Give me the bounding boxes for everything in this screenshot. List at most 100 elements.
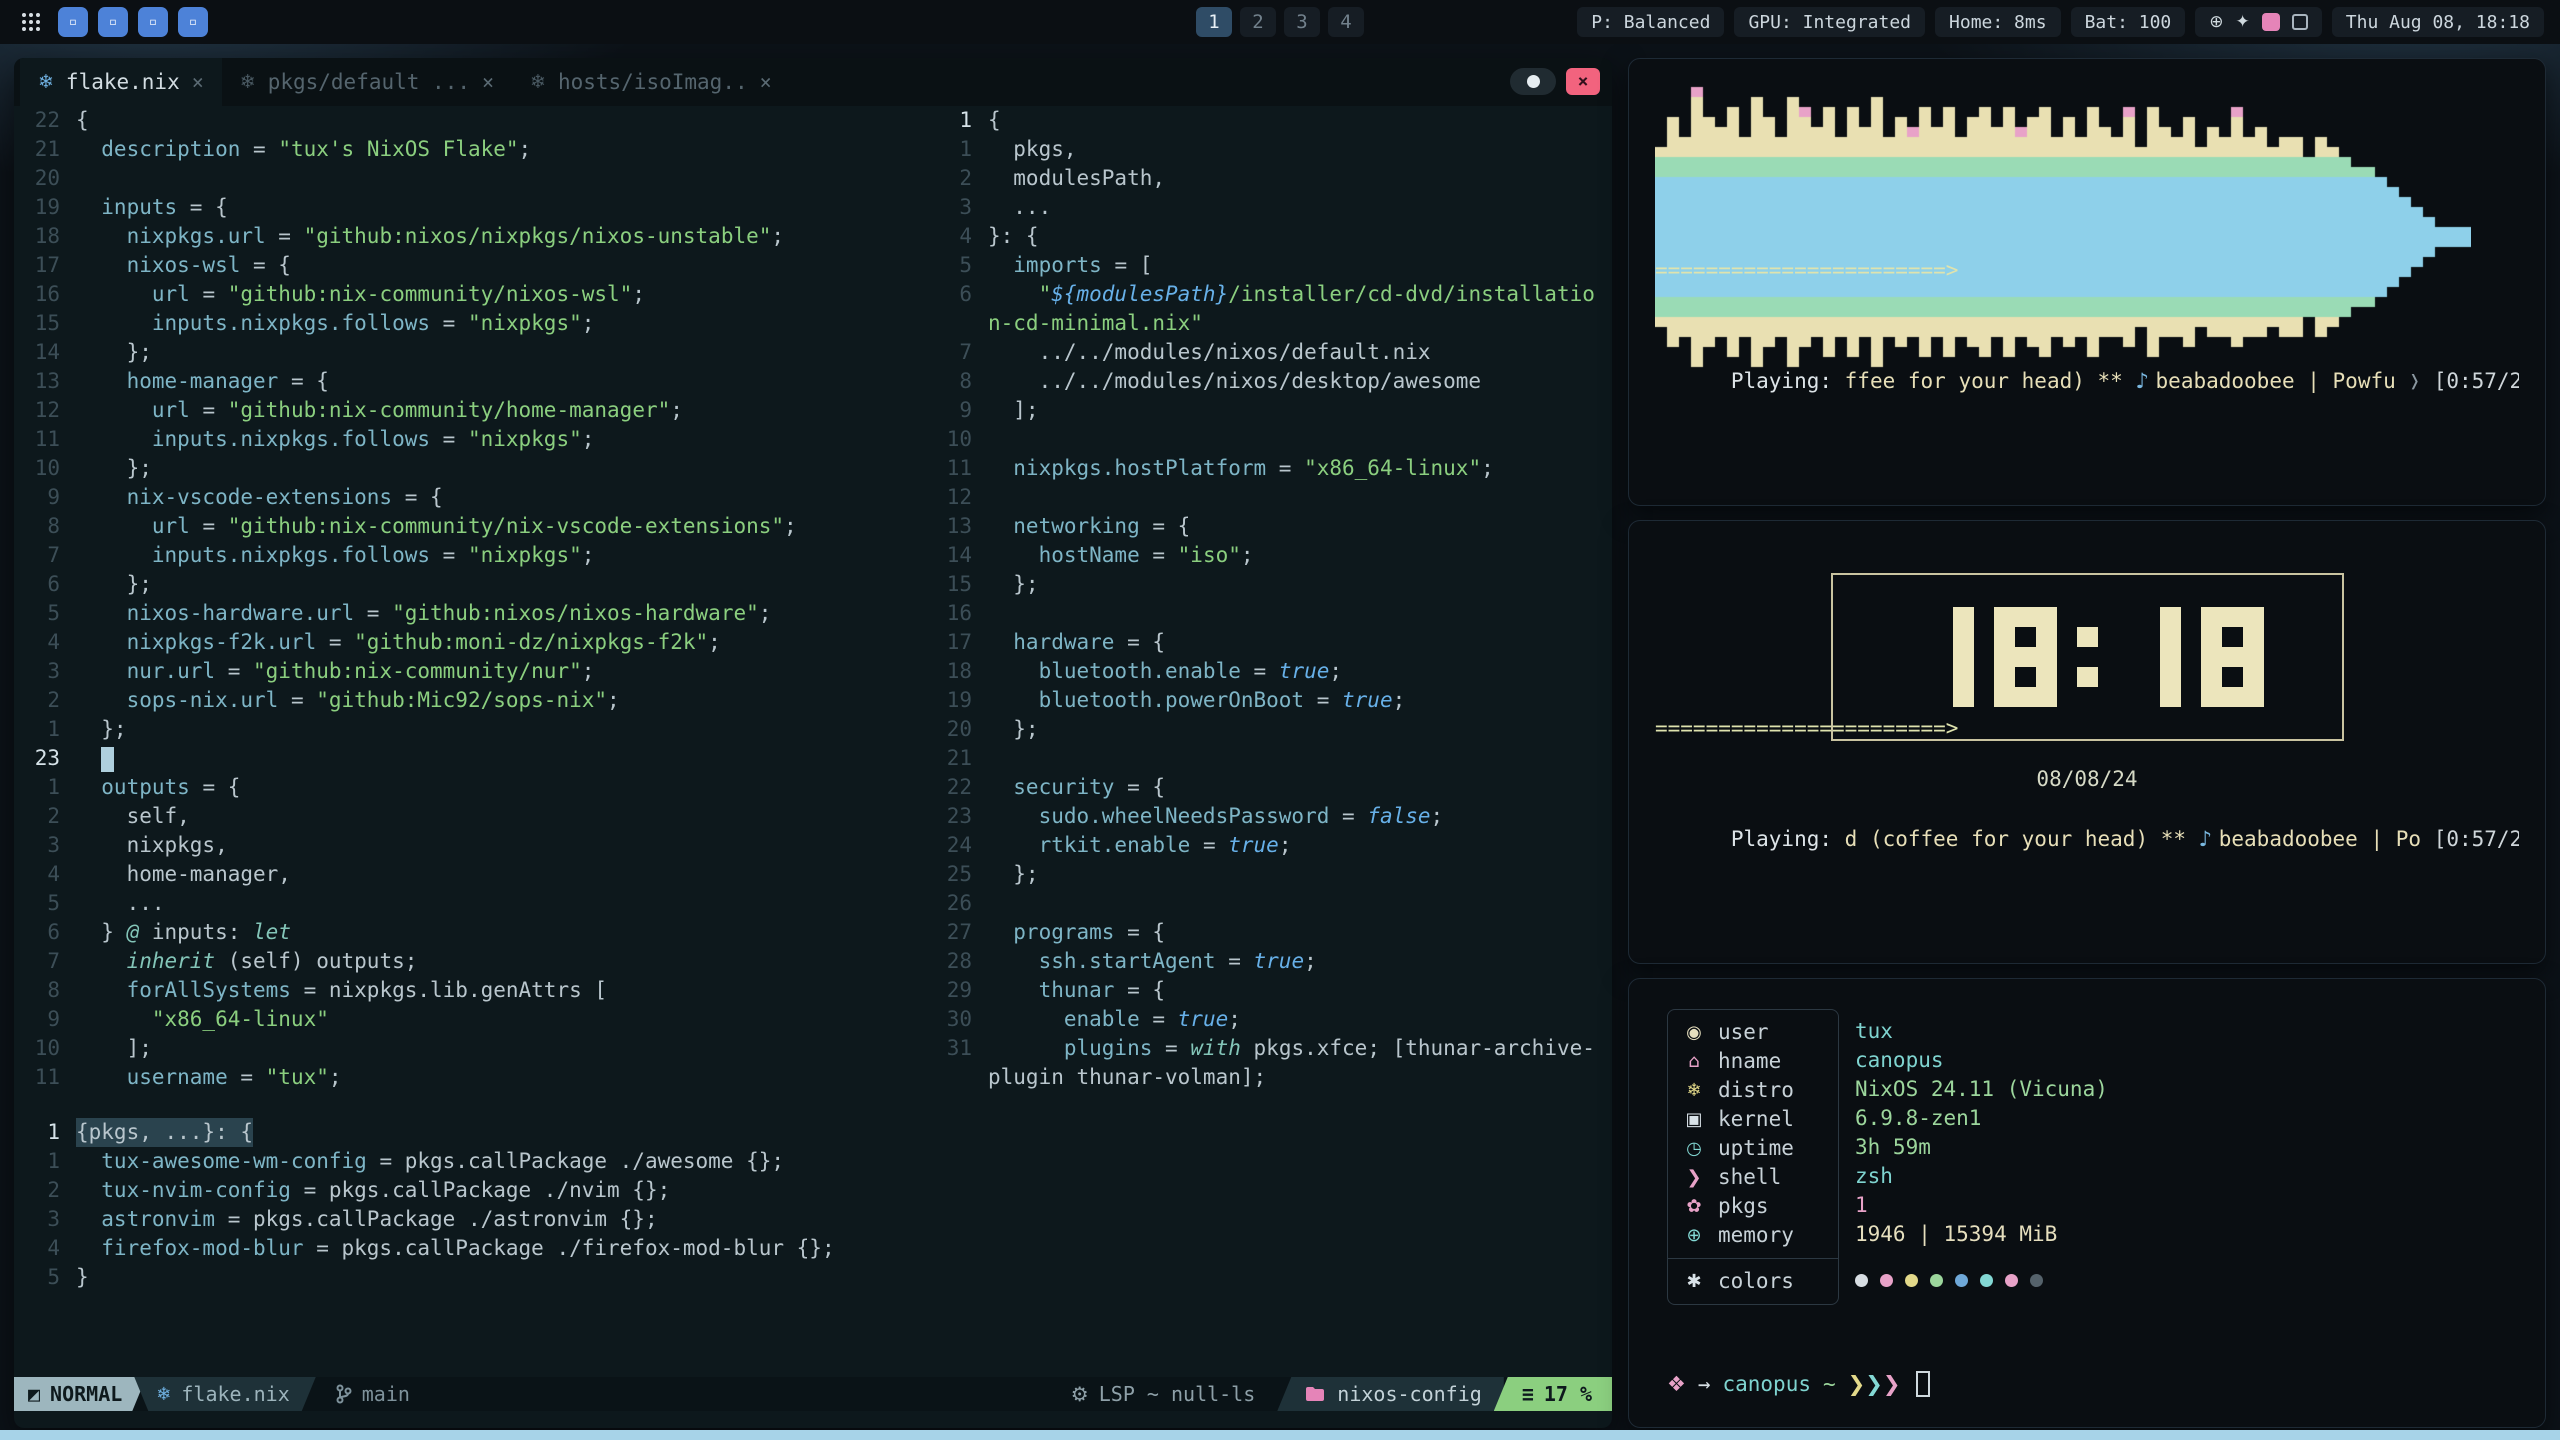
shield-icon[interactable]: ✦ [2236,12,2250,32]
code-token: ; [759,601,772,625]
color-dot [1905,1274,1918,1287]
line-number: 7 [14,541,76,570]
toggle-button[interactable] [1510,68,1556,95]
editor-cursor [101,747,114,772]
fetch-separator [1668,1258,1838,1259]
line-number: 4 [940,222,988,251]
track-progress-bar: =======================> [1655,713,2519,743]
line-number: 10 [940,425,988,454]
shell-prompt[interactable]: ❖ → canopus ~ ❯❯❯ [1667,1371,1930,1397]
app-launcher-button[interactable] [16,7,46,37]
line-number: 13 [940,512,988,541]
tab-close-icon[interactable]: × [482,70,494,94]
tab-hosts/isoImag..[interactable]: ❄hosts/isoImag..× [512,58,790,106]
code-text: astronvim = pkgs.callPackage ./astronvim… [76,1205,658,1234]
terminal-cursor [1916,1371,1930,1397]
code-text: }: { [988,222,1039,251]
statusline: ◩ NORMAL ❄ flake.nix main ⚙ LSP ~ null-l… [14,1377,1612,1411]
code-token: false [1367,804,1430,828]
line-number: 22 [14,106,76,135]
code-text: }; [988,860,1039,889]
code-text: bluetooth.powerOnBoot = true; [988,686,1405,715]
music-note-icon: ♪ [2135,369,2155,393]
tray-app-icon[interactable]: ▫ [98,7,128,37]
workspace-1[interactable]: 1 [1196,7,1232,37]
tab-flake.nix[interactable]: ❄flake.nix× [20,58,222,106]
shell-icon: ❯ [1682,1163,1706,1192]
editor-pane-iso[interactable]: 1{1 pkgs,2 modulesPath,3 ...4}: {5 impor… [940,106,1612,1118]
code-token: = [ [1102,253,1153,277]
code-line: 5 nixos-hardware.url = "github:nixos/nix… [14,599,932,628]
code-text: { [76,106,89,135]
code-text: ../../modules/nixos/default.nix [988,338,1431,367]
editor-pane-pkgs[interactable]: 1{pkgs, ...}: {1 tux-awesome-wm-config =… [14,1118,1612,1377]
code-token: "github:nix-community/home-manager" [228,398,671,422]
line-number: 20 [940,715,988,744]
code-text: }; [988,570,1039,599]
close-button[interactable]: × [1566,68,1600,95]
tab-close-icon[interactable]: × [760,70,772,94]
code-line: 8 url = "github:nix-community/nix-vscode… [14,512,932,541]
code-token: = [1329,804,1367,828]
color-dot [1930,1274,1943,1287]
chevron-icon: ❯ [1848,1372,1866,1396]
code-token: inputs.nixpkgs.follows [76,543,430,567]
tabline: ❄flake.nix×❄pkgs/default ...×❄hosts/isoI… [14,58,1612,106]
workspace-3[interactable]: 3 [1284,7,1320,37]
code-token: "tux" [266,1065,329,1089]
code-text: url = "github:nix-community/nixos-wsl"; [76,280,645,309]
code-line: 15 }; [940,570,1612,599]
code-line: 24 rtkit.enable = true; [940,831,1612,860]
recorder-icon[interactable] [2262,13,2280,31]
fetch-row-distro: ❄distro [1668,1076,1838,1105]
code-line: 4 firefox-mod-blur = pkgs.callPackage ./… [14,1234,1612,1263]
code-token: home-manager, [76,862,291,886]
kernel-icon: ▣ [1682,1105,1706,1134]
tray-app-icon[interactable]: ▫ [178,7,208,37]
line-number: 11 [940,454,988,483]
code-text: bluetooth.enable = true; [988,657,1342,686]
code-token: = [190,514,228,538]
code-token: = { [1114,630,1165,654]
code-token: = { [278,369,329,393]
line-number: 1 [14,773,76,802]
editor-pane-flake[interactable]: 22{21 description = "tux's NixOS Flake";… [14,106,932,1118]
now-playing-line: Playing: d (coffee for your head) ** ♪ b… [1655,791,2519,887]
code-token: inputs.nixpkgs.follows [76,427,430,451]
line-number: 2 [14,1176,76,1205]
code-line: 9 nix-vscode-extensions = { [14,483,932,512]
tray-app-icon[interactable]: ▫ [138,7,168,37]
bar-clock: Thu Aug 08, 18:18 [2332,7,2544,37]
playing-label: Playing: [1731,369,1845,393]
line-number: 6 [14,918,76,947]
now-playing-2: =======================> Playing: d (cof… [1655,665,2519,935]
code-text: }; [76,715,127,744]
code-text: sudo.wheelNeedsPassword = false; [988,802,1443,831]
wallpaper-strip [0,1430,2560,1440]
tray-app-icon[interactable]: ▫ [58,7,88,37]
workspace-4[interactable]: 4 [1328,7,1364,37]
screenshot-icon[interactable] [2292,14,2308,30]
code-text: tux-awesome-wm-config = pkgs.callPackage… [76,1147,784,1176]
music-note-icon: ♪ [2199,827,2219,851]
palette-icon: ✱ [1682,1267,1706,1296]
code-line: 31 plugins = with pkgs.xfce; [thunar-arc… [940,1034,1612,1063]
globe-icon[interactable]: ⊕ [2209,12,2223,32]
line-number: 8 [14,976,76,1005]
code-token: = [240,137,278,161]
fetch-label: shell [1718,1163,1781,1192]
tab-close-icon[interactable]: × [192,70,204,94]
lsp-label: LSP ~ null-ls [1099,1382,1256,1406]
code-text: plugins = with pkgs.xfce; [thunar-archiv… [988,1034,1595,1063]
tab-pkgs/default ...[interactable]: ❄pkgs/default ...× [222,58,512,106]
code-text: home-manager = { [76,367,329,396]
bar-left-cluster: ▫ ▫ ▫ ▫ [16,7,208,37]
code-token: forAllSystems [76,978,291,1002]
code-text: inputs = { [76,193,228,222]
code-token: pkgs, [988,137,1077,161]
code-token: /installer/cd-dvd/installatio [1228,282,1595,306]
code-token [76,746,101,770]
workspace-2[interactable]: 2 [1240,7,1276,37]
code-token: = [1140,1007,1178,1031]
window-buttons: × [1510,68,1600,95]
